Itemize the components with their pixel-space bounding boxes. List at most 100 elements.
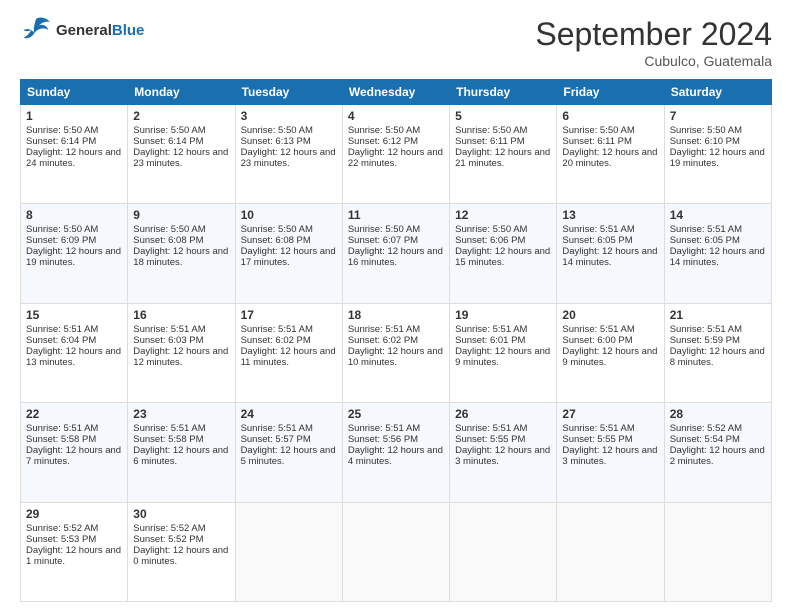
sunrise-label: Sunrise: 5:50 AM [133, 224, 205, 235]
calendar-table: Sunday Monday Tuesday Wednesday Thursday… [20, 79, 772, 602]
sunset-label: Sunset: 5:58 PM [26, 434, 96, 445]
day-number: 5 [455, 109, 551, 123]
table-row: 22 Sunrise: 5:51 AM Sunset: 5:58 PM Dayl… [21, 403, 772, 502]
sunset-label: Sunset: 6:06 PM [455, 235, 525, 246]
sunrise-label: Sunrise: 5:50 AM [455, 125, 527, 136]
day-number: 29 [26, 507, 122, 521]
sunrise-label: Sunrise: 5:51 AM [133, 324, 205, 335]
table-cell: 9 Sunrise: 5:50 AM Sunset: 6:08 PM Dayli… [128, 204, 235, 303]
sunset-label: Sunset: 6:11 PM [562, 136, 632, 147]
daylight-label: Daylight: 12 hours and 11 minutes. [241, 346, 336, 368]
sunrise-label: Sunrise: 5:51 AM [670, 224, 742, 235]
sunrise-label: Sunrise: 5:52 AM [670, 423, 742, 434]
table-cell: 13 Sunrise: 5:51 AM Sunset: 6:05 PM Dayl… [557, 204, 664, 303]
sunrise-label: Sunrise: 5:50 AM [455, 224, 527, 235]
day-number: 6 [562, 109, 658, 123]
sunset-label: Sunset: 6:02 PM [348, 335, 418, 346]
sunset-label: Sunset: 6:07 PM [348, 235, 418, 246]
sunset-label: Sunset: 6:10 PM [670, 136, 740, 147]
logo-text: GeneralBlue [56, 22, 144, 39]
day-number: 26 [455, 407, 551, 421]
col-sunday: Sunday [21, 80, 128, 105]
table-cell: 15 Sunrise: 5:51 AM Sunset: 6:04 PM Dayl… [21, 303, 128, 402]
logo-bird-icon [20, 16, 52, 44]
day-number: 10 [241, 208, 337, 222]
day-number: 14 [670, 208, 766, 222]
daylight-label: Daylight: 12 hours and 20 minutes. [562, 147, 657, 169]
day-number: 19 [455, 308, 551, 322]
daylight-label: Daylight: 12 hours and 22 minutes. [348, 147, 443, 169]
sunrise-label: Sunrise: 5:51 AM [562, 224, 634, 235]
sunrise-label: Sunrise: 5:50 AM [26, 125, 98, 136]
col-tuesday: Tuesday [235, 80, 342, 105]
day-number: 13 [562, 208, 658, 222]
sunset-label: Sunset: 5:58 PM [133, 434, 203, 445]
sunset-label: Sunset: 6:03 PM [133, 335, 203, 346]
sunrise-label: Sunrise: 5:51 AM [26, 324, 98, 335]
col-wednesday: Wednesday [342, 80, 449, 105]
sunrise-label: Sunrise: 5:51 AM [241, 324, 313, 335]
sunset-label: Sunset: 6:09 PM [26, 235, 96, 246]
sunrise-label: Sunrise: 5:51 AM [241, 423, 313, 434]
daylight-label: Daylight: 12 hours and 1 minute. [26, 545, 121, 567]
table-row: 1 Sunrise: 5:50 AM Sunset: 6:14 PM Dayli… [21, 105, 772, 204]
daylight-label: Daylight: 12 hours and 19 minutes. [670, 147, 765, 169]
day-number: 1 [26, 109, 122, 123]
sunset-label: Sunset: 5:53 PM [26, 534, 96, 545]
table-cell [664, 502, 771, 601]
table-cell: 17 Sunrise: 5:51 AM Sunset: 6:02 PM Dayl… [235, 303, 342, 402]
day-number: 22 [26, 407, 122, 421]
sunrise-label: Sunrise: 5:50 AM [241, 224, 313, 235]
daylight-label: Daylight: 12 hours and 9 minutes. [455, 346, 550, 368]
day-number: 15 [26, 308, 122, 322]
table-cell: 8 Sunrise: 5:50 AM Sunset: 6:09 PM Dayli… [21, 204, 128, 303]
table-cell: 3 Sunrise: 5:50 AM Sunset: 6:13 PM Dayli… [235, 105, 342, 204]
day-number: 16 [133, 308, 229, 322]
table-cell [342, 502, 449, 601]
table-cell: 25 Sunrise: 5:51 AM Sunset: 5:56 PM Dayl… [342, 403, 449, 502]
daylight-label: Daylight: 12 hours and 19 minutes. [26, 246, 121, 268]
table-cell: 5 Sunrise: 5:50 AM Sunset: 6:11 PM Dayli… [450, 105, 557, 204]
day-number: 17 [241, 308, 337, 322]
table-cell: 23 Sunrise: 5:51 AM Sunset: 5:58 PM Dayl… [128, 403, 235, 502]
daylight-label: Daylight: 12 hours and 10 minutes. [348, 346, 443, 368]
daylight-label: Daylight: 12 hours and 14 minutes. [670, 246, 765, 268]
table-cell: 22 Sunrise: 5:51 AM Sunset: 5:58 PM Dayl… [21, 403, 128, 502]
daylight-label: Daylight: 12 hours and 3 minutes. [455, 445, 550, 467]
sunrise-label: Sunrise: 5:50 AM [241, 125, 313, 136]
day-number: 25 [348, 407, 444, 421]
daylight-label: Daylight: 12 hours and 6 minutes. [133, 445, 228, 467]
table-cell [450, 502, 557, 601]
col-thursday: Thursday [450, 80, 557, 105]
table-cell: 1 Sunrise: 5:50 AM Sunset: 6:14 PM Dayli… [21, 105, 128, 204]
daylight-label: Daylight: 12 hours and 2 minutes. [670, 445, 765, 467]
daylight-label: Daylight: 12 hours and 17 minutes. [241, 246, 336, 268]
sunset-label: Sunset: 5:52 PM [133, 534, 203, 545]
col-friday: Friday [557, 80, 664, 105]
sunset-label: Sunset: 6:05 PM [670, 235, 740, 246]
table-cell: 30 Sunrise: 5:52 AM Sunset: 5:52 PM Dayl… [128, 502, 235, 601]
sunrise-label: Sunrise: 5:51 AM [348, 423, 420, 434]
day-number: 3 [241, 109, 337, 123]
header: GeneralBlue September 2024 Cubulco, Guat… [20, 16, 772, 69]
day-number: 2 [133, 109, 229, 123]
table-row: 15 Sunrise: 5:51 AM Sunset: 6:04 PM Dayl… [21, 303, 772, 402]
day-number: 23 [133, 407, 229, 421]
day-number: 30 [133, 507, 229, 521]
table-row: 8 Sunrise: 5:50 AM Sunset: 6:09 PM Dayli… [21, 204, 772, 303]
sunrise-label: Sunrise: 5:51 AM [562, 423, 634, 434]
sunset-label: Sunset: 6:12 PM [348, 136, 418, 147]
logo: GeneralBlue [20, 16, 144, 44]
table-cell: 24 Sunrise: 5:51 AM Sunset: 5:57 PM Dayl… [235, 403, 342, 502]
sunrise-label: Sunrise: 5:52 AM [26, 523, 98, 534]
day-number: 20 [562, 308, 658, 322]
table-cell: 7 Sunrise: 5:50 AM Sunset: 6:10 PM Dayli… [664, 105, 771, 204]
col-monday: Monday [128, 80, 235, 105]
table-cell: 19 Sunrise: 5:51 AM Sunset: 6:01 PM Dayl… [450, 303, 557, 402]
table-cell: 18 Sunrise: 5:51 AM Sunset: 6:02 PM Dayl… [342, 303, 449, 402]
table-cell: 6 Sunrise: 5:50 AM Sunset: 6:11 PM Dayli… [557, 105, 664, 204]
day-number: 28 [670, 407, 766, 421]
sunset-label: Sunset: 5:59 PM [670, 335, 740, 346]
sunset-label: Sunset: 6:04 PM [26, 335, 96, 346]
daylight-label: Daylight: 12 hours and 3 minutes. [562, 445, 657, 467]
